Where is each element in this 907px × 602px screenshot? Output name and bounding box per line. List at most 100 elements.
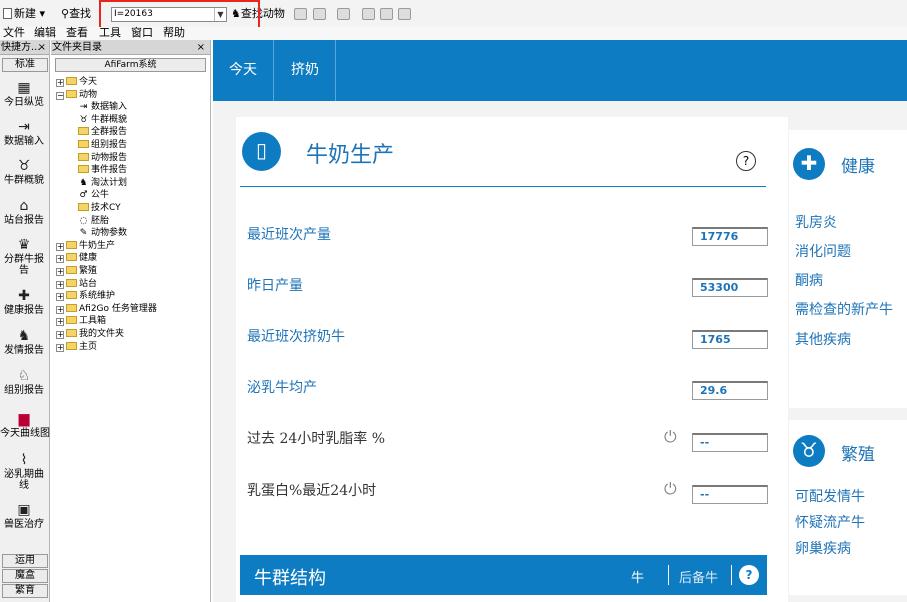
expand-icon[interactable]: +: [56, 280, 64, 289]
shortcut-station-report[interactable]: ⌂ 站台报告: [0, 198, 48, 226]
tree-item[interactable]: ⇥ 数据输入: [78, 101, 127, 113]
shortcut-lactation-curve[interactable]: ⌇ 泌乳期曲线: [0, 452, 48, 491]
font-smaller-icon[interactable]: [294, 8, 307, 20]
tree-item[interactable]: + 健康: [56, 252, 97, 264]
link-ketosis[interactable]: 酮病: [795, 270, 823, 290]
link-abortion[interactable]: 怀疑流产牛: [795, 512, 865, 532]
expand-icon[interactable]: +: [56, 79, 64, 87]
tree-item[interactable]: + 牛奶生产: [56, 240, 115, 252]
animal-search-icon: ♞: [231, 7, 241, 20]
herd-structure-title: 牛群结构: [254, 568, 326, 589]
herd-col-heifers[interactable]: 后备牛: [679, 567, 718, 586]
metric-value: --: [692, 433, 768, 452]
shortcut-pen-report[interactable]: ♘ 组别报告: [0, 368, 48, 396]
tab-operation[interactable]: 运用: [2, 554, 48, 568]
tree-item[interactable]: + 主页: [56, 341, 97, 353]
tree-item[interactable]: 全群报告: [78, 126, 127, 138]
layout-icon[interactable]: [362, 8, 375, 20]
tree-item[interactable]: + 今天: [56, 76, 97, 88]
link-ovarian[interactable]: 卵巢疾病: [795, 538, 851, 558]
shortcut-heat-report[interactable]: ♞ 发情报告: [0, 328, 48, 356]
tree-item[interactable]: − 动物: [56, 89, 97, 101]
collapse-icon[interactable]: −: [56, 91, 64, 100]
tree-item-label: 全群报告: [91, 127, 128, 138]
tree-item[interactable]: + 繁殖: [56, 265, 97, 277]
settings-icon[interactable]: [398, 8, 411, 20]
tree-item[interactable]: + 站台: [56, 278, 97, 290]
folder-icon: [78, 165, 89, 174]
link-other-disease[interactable]: 其他疾病: [795, 329, 851, 349]
expand-icon[interactable]: +: [56, 318, 64, 327]
shortcut-data-entry[interactable]: ⇥ 数据输入: [0, 119, 48, 147]
close-icon[interactable]: ×: [38, 40, 46, 54]
shortcut-overview[interactable]: ▦ 今日纵览: [0, 80, 48, 108]
tree-item-label: 胚胎: [91, 215, 110, 226]
tree-item[interactable]: 动物报告: [78, 152, 127, 164]
new-button[interactable]: 新建 ▾: [3, 5, 45, 22]
help-icon[interactable]: ?: [736, 151, 756, 171]
tab-magic-box[interactable]: 魔盒: [2, 569, 48, 583]
tree-item[interactable]: 事件报告: [78, 164, 127, 176]
shortcut-today-chart[interactable]: ▆ 今天曲线图: [0, 411, 50, 439]
menu-file[interactable]: 文件: [3, 27, 25, 38]
tab-standard[interactable]: 标准: [2, 58, 48, 72]
tree-item[interactable]: ♂ 公牛: [78, 189, 109, 201]
link-mastitis[interactable]: 乳房炎: [795, 212, 837, 232]
tree-item[interactable]: 组别报告: [78, 139, 127, 151]
tree-item[interactable]: ♉ 牛群概貌: [78, 114, 127, 126]
tree-item-label: 数据输入: [91, 102, 128, 113]
menu-window[interactable]: 窗口: [131, 27, 153, 38]
shortcut-health-report[interactable]: ✚ 健康报告: [0, 288, 48, 316]
tree-item[interactable]: ♞ 淘汰计划: [78, 177, 127, 189]
menu-tools[interactable]: 工具: [99, 27, 121, 38]
print-icon[interactable]: [337, 8, 350, 20]
find-input[interactable]: I=20163 ▼: [111, 7, 227, 22]
chevron-down-icon[interactable]: ▼: [214, 8, 226, 21]
menu-view[interactable]: 查看: [66, 27, 88, 38]
shortcut-vet-treatment[interactable]: ▣ 兽医治疗: [0, 502, 48, 530]
tree-item-label: 公牛: [91, 190, 110, 201]
expand-icon[interactable]: +: [56, 268, 64, 276]
shortcut-herd-overview[interactable]: ♉ 牛群概貌: [0, 158, 48, 186]
tree-item[interactable]: + 我的文件夹: [56, 328, 124, 340]
link-digestive[interactable]: 消化问题: [795, 241, 851, 261]
link-in-heat[interactable]: 可配发情牛: [795, 486, 865, 506]
expand-icon[interactable]: +: [56, 331, 64, 339]
health-card-title: 健康: [841, 157, 875, 177]
tab-breeding[interactable]: 繁育: [2, 584, 48, 598]
folder-root[interactable]: AfiFarm系统: [55, 58, 206, 72]
herd-col-cows[interactable]: 牛: [631, 567, 644, 586]
toolbar: 新建 ▾ ⚲查找 I=20163 ▼ ♞查找动物: [0, 0, 907, 32]
tree-item[interactable]: ✎ 动物参数: [78, 227, 127, 239]
tree-item-label: 工具箱: [79, 316, 107, 327]
expand-icon[interactable]: +: [56, 293, 64, 302]
tree-item[interactable]: 技术CY: [78, 202, 121, 214]
tree-item[interactable]: + Afi2Go 任务管理器: [56, 303, 157, 315]
expand-icon[interactable]: +: [56, 242, 64, 251]
tab-milking[interactable]: 挤奶: [275, 40, 336, 101]
dashboard: 今天 挤奶 ▯ 牛奶生产 ? 最近班次产量 17776 昨日产量 53300 最…: [213, 40, 907, 602]
tree-item-label: 技术CY: [91, 203, 121, 213]
tree-item[interactable]: + 系统维护: [56, 290, 115, 302]
expand-icon[interactable]: +: [56, 255, 64, 264]
menu-edit[interactable]: 编辑: [34, 27, 56, 38]
font-larger-icon[interactable]: [313, 8, 326, 20]
export-icon[interactable]: [380, 8, 393, 20]
tree-item[interactable]: + 工具箱: [56, 315, 106, 327]
tree-item[interactable]: ◌ 胚胎: [78, 215, 109, 227]
overview-icon: ▦: [17, 80, 31, 96]
shortcut-group-report[interactable]: ♛ 分群牛报告: [0, 237, 48, 276]
expand-icon[interactable]: +: [56, 305, 64, 314]
tree-item-label: 动物: [79, 89, 98, 100]
tab-today[interactable]: 今天: [213, 40, 274, 101]
shortcut-panel-title: 快捷方... ×: [0, 40, 49, 55]
vet-treatment-icon: ▣: [17, 502, 31, 518]
help-icon[interactable]: ?: [739, 565, 759, 585]
close-icon[interactable]: ×: [197, 40, 205, 54]
find-animal-button[interactable]: ♞查找动物: [231, 5, 285, 22]
find-button[interactable]: ⚲查找: [61, 5, 91, 22]
link-fresh-check[interactable]: 需检查的新产牛: [795, 299, 893, 319]
expand-icon[interactable]: +: [56, 343, 64, 352]
reproduction-card: ♉ 繁殖 可配发情牛 怀疑流产牛 卵巢疾病: [789, 420, 907, 595]
menu-help[interactable]: 帮助: [163, 27, 185, 38]
